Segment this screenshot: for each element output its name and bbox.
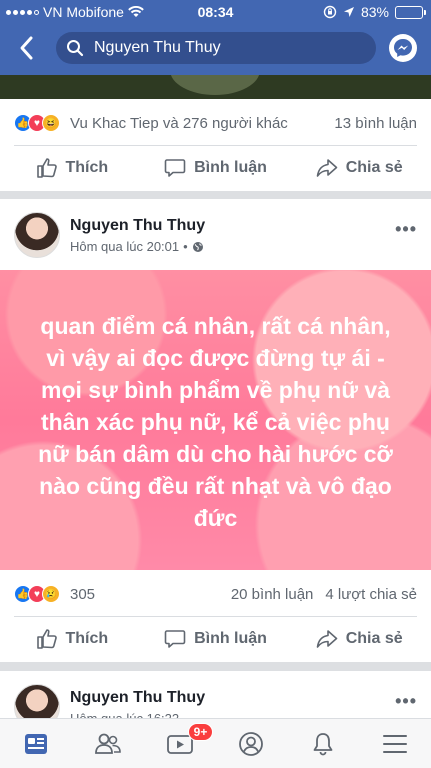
comment-icon <box>164 630 186 648</box>
post-status-text: quan điểm cá nhân, rất cá nhân, vì vậy a… <box>38 313 393 531</box>
menu-icon <box>383 734 408 753</box>
like-button[interactable]: Thích <box>0 145 144 191</box>
messenger-button[interactable] <box>389 34 417 62</box>
share-button[interactable]: Chia sẻ <box>287 145 431 191</box>
like-button[interactable]: Thích <box>0 616 144 662</box>
previous-reaction-row[interactable]: 👍 ♥ 😆 Vu Khac Tiep và 276 người khác 13 … <box>0 101 431 145</box>
nav-profile[interactable] <box>215 719 287 768</box>
share-icon <box>316 630 338 648</box>
comment-button[interactable]: Bình luận <box>144 145 288 191</box>
previous-reaction-icons: 👍 ♥ 😆 <box>14 114 60 132</box>
post-meta[interactable]: Hôm qua lúc 20:01 • <box>70 239 204 254</box>
share-label: Chia sẻ <box>345 159 403 176</box>
messenger-icon <box>394 39 412 57</box>
battery-icon <box>395 5 426 19</box>
previous-action-bar: Thích Bình luận Chia sẻ <box>0 145 431 191</box>
previous-comment-count[interactable]: 13 bình luận <box>334 115 417 132</box>
comment-icon <box>164 159 186 177</box>
facebook-app: VN Mobifone 08:34 83% 👍 ♥ <box>0 0 431 768</box>
news-feed-icon <box>24 733 47 754</box>
post-author-name[interactable]: Nguyen Thu Thuy <box>70 217 205 235</box>
rotation-lock-icon <box>323 5 337 19</box>
location-icon <box>343 7 354 17</box>
search-bar[interactable] <box>56 32 376 64</box>
avatar[interactable] <box>14 212 60 258</box>
comment-button[interactable]: Bình luận <box>144 616 288 662</box>
post-action-bar: Thích Bình luận Chia sẻ <box>0 616 431 662</box>
nav-notifications[interactable] <box>287 719 359 768</box>
video-notification-badge: 9+ <box>187 723 214 741</box>
meta-separator: • <box>183 239 188 254</box>
nav-menu[interactable] <box>359 719 431 768</box>
battery-percent: 83% <box>360 4 389 20</box>
nav-watch[interactable]: 9+ <box>144 719 216 768</box>
next-post-author-name[interactable]: Nguyen Thu Thuy <box>70 689 205 707</box>
search-icon <box>67 40 84 57</box>
top-header: VN Mobifone 08:34 83% <box>0 0 431 75</box>
globe-icon <box>192 241 203 252</box>
share-label: Chia sẻ <box>345 630 403 647</box>
thumbs-up-icon <box>36 158 57 178</box>
search-input[interactable] <box>94 39 354 57</box>
share-icon <box>316 159 338 177</box>
post-header: Nguyen Thu Thuy Hôm qua lúc 20:01 • ••• <box>0 209 431 271</box>
bell-icon <box>313 732 333 755</box>
nav-news-feed[interactable] <box>0 719 72 768</box>
previous-reactions-text[interactable]: Vu Khac Tiep và 276 người khác <box>70 115 334 132</box>
share-button[interactable]: Chia sẻ <box>287 616 431 662</box>
back-arrow-icon[interactable] <box>15 34 39 62</box>
more-options-icon[interactable]: ••• <box>395 691 417 712</box>
thumbs-up-icon <box>36 629 57 649</box>
post-share-count[interactable]: 4 lượt chia sẻ <box>325 586 417 603</box>
bottom-nav: 9+ <box>0 718 431 768</box>
post-timestamp: Hôm qua lúc 20:01 <box>70 239 180 254</box>
post-reaction-icons: 👍 ♥ 😢 <box>14 585 60 603</box>
friends-icon <box>94 733 121 754</box>
sad-reaction-icon: 😢 <box>42 585 60 603</box>
nav-friends[interactable] <box>72 719 144 768</box>
previous-post-image[interactable] <box>0 75 431 99</box>
post-footer: 👍 ♥ 😢 305 20 bình luận 4 lượt chia sẻ Th… <box>0 570 431 662</box>
haha-reaction-icon: 😆 <box>42 114 60 132</box>
like-label: Thích <box>65 159 109 176</box>
post-status-background[interactable]: quan điểm cá nhân, rất cá nhân, vì vậy a… <box>0 270 431 570</box>
status-bar: VN Mobifone 08:34 83% <box>0 0 431 24</box>
comment-label: Bình luận <box>194 630 267 647</box>
more-options-icon[interactable]: ••• <box>395 219 417 240</box>
previous-post-footer: 👍 ♥ 😆 Vu Khac Tiep và 276 người khác 13 … <box>0 99 431 191</box>
profile-icon <box>239 731 264 756</box>
like-label: Thích <box>65 630 109 647</box>
post-reaction-row[interactable]: 👍 ♥ 😢 305 20 bình luận 4 lượt chia sẻ <box>0 572 431 616</box>
post-reaction-count[interactable]: 305 <box>70 586 231 603</box>
post-comment-count[interactable]: 20 bình luận <box>231 586 314 603</box>
comment-label: Bình luận <box>194 159 267 176</box>
